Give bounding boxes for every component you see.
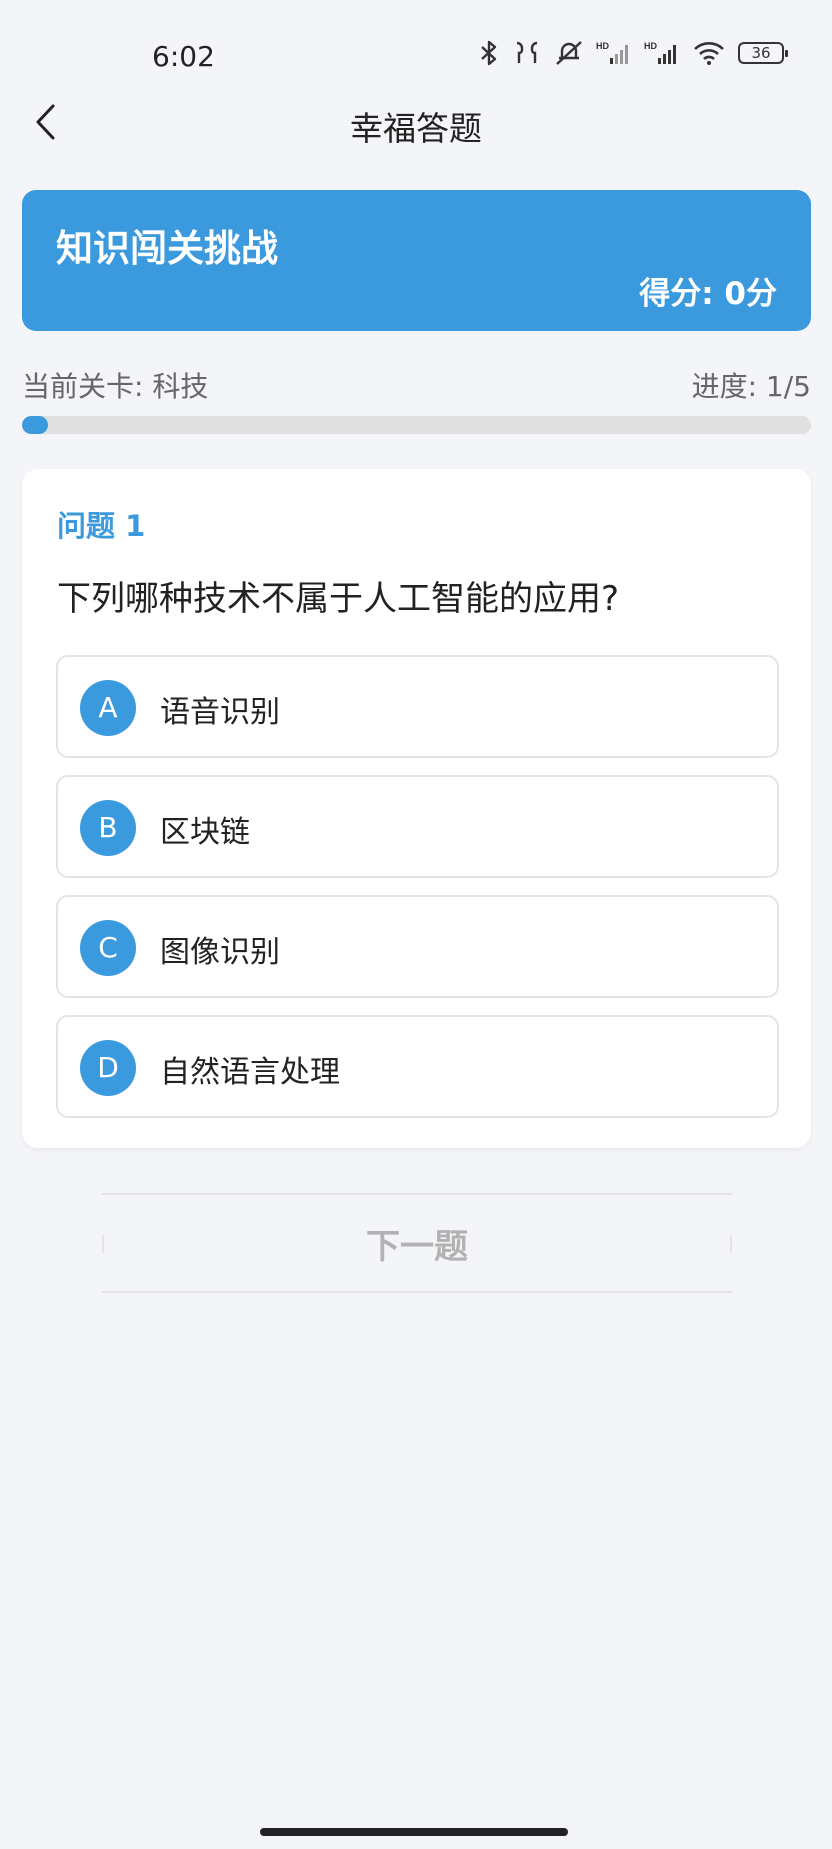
progress-bar bbox=[22, 416, 811, 434]
battery-icon: 36 bbox=[738, 42, 788, 64]
option-b[interactable]: B 区块链 bbox=[56, 775, 779, 878]
mute-icon bbox=[554, 40, 584, 66]
challenge-banner: 知识闯关挑战 得分: 0分 bbox=[22, 190, 811, 331]
option-a[interactable]: A 语音识别 bbox=[56, 655, 779, 758]
home-indicator[interactable] bbox=[260, 1828, 568, 1836]
status-time: 6:02 bbox=[152, 40, 215, 73]
earbuds-icon bbox=[512, 40, 542, 66]
progress-bar-fill bbox=[22, 416, 49, 434]
score-label: 得分: 0分 bbox=[639, 276, 777, 312]
progress-label: 进度: 1/5 bbox=[691, 370, 811, 403]
banner-title: 知识闯关挑战 bbox=[56, 227, 278, 270]
svg-text:HD: HD bbox=[596, 41, 609, 51]
bluetooth-icon bbox=[478, 40, 500, 66]
page-title: 幸福答题 bbox=[350, 109, 482, 148]
current-level-label: 当前关卡: 科技 bbox=[22, 370, 209, 403]
question-text: 下列哪种技术不属于人工智能的应用? bbox=[57, 579, 620, 619]
option-letter-badge: A bbox=[80, 680, 136, 736]
option-text: 图像识别 bbox=[160, 935, 280, 970]
status-icons: HD HD 36 bbox=[478, 40, 788, 66]
option-c[interactable]: C 图像识别 bbox=[56, 895, 779, 998]
option-text: 语音识别 bbox=[160, 695, 280, 730]
option-letter-badge: D bbox=[80, 1040, 136, 1096]
hd-signal-icon: HD bbox=[644, 40, 680, 66]
question-number: 问题 1 bbox=[57, 509, 146, 543]
question-card: 问题 1 下列哪种技术不属于人工智能的应用? A 语音识别 B 区块链 C 图像… bbox=[22, 469, 811, 1148]
svg-text:HD: HD bbox=[644, 41, 657, 51]
quiz-screen: 6:02 HD HD 36 幸福答题 知识闯关挑战 得分: 0分 当前关卡: 科… bbox=[0, 0, 832, 1849]
hd-signal-icon: HD bbox=[596, 40, 632, 66]
level-row: 当前关卡: 科技 进度: 1/5 bbox=[22, 365, 811, 405]
header: 幸福答题 bbox=[0, 92, 832, 156]
option-text: 区块链 bbox=[160, 815, 250, 850]
wifi-icon bbox=[692, 40, 726, 66]
next-question-button[interactable]: 下一题 bbox=[102, 1193, 732, 1293]
option-letter-badge: C bbox=[80, 920, 136, 976]
option-letter-badge: B bbox=[80, 800, 136, 856]
option-text: 自然语言处理 bbox=[160, 1055, 340, 1090]
option-d[interactable]: D 自然语言处理 bbox=[56, 1015, 779, 1118]
